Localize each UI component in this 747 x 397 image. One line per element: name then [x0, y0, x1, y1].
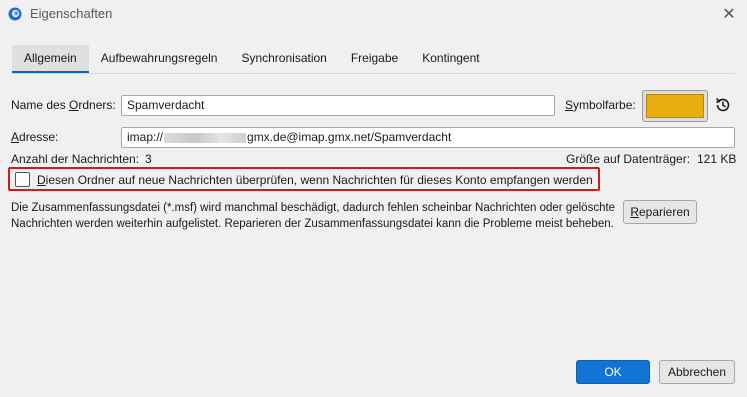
- icon-color-swatch: [646, 94, 704, 118]
- icon-color-label: Symbolfarbe:: [565, 98, 636, 112]
- folder-name-label: Name des Ordners:: [11, 98, 116, 112]
- close-icon: ✕: [722, 6, 736, 23]
- disk-size-label: Größe auf Datenträger:: [566, 152, 691, 166]
- check-new-messages-label[interactable]: Diesen Ordner auf neue Nachrichten überp…: [37, 173, 593, 187]
- tab-aufbewahrungsregeln[interactable]: Aufbewahrungsregeln: [89, 45, 230, 73]
- check-new-messages-checkbox[interactable]: [15, 172, 30, 187]
- message-count-value: 3: [145, 152, 152, 166]
- close-button[interactable]: ✕: [719, 4, 739, 24]
- folder-name-input[interactable]: Spamverdacht: [121, 95, 555, 116]
- repair-description: Die Zusammenfassungsdatei (*.msf) wird m…: [11, 202, 616, 230]
- address-prefix: imap://: [127, 130, 164, 144]
- redacted-username: [164, 132, 247, 143]
- disk-size-value: 121 KB: [697, 152, 737, 166]
- icon-color-picker[interactable]: [642, 90, 708, 122]
- tab-bar: Allgemein Aufbewahrungsregeln Synchronis…: [12, 45, 492, 73]
- tab-allgemein[interactable]: Allgemein: [12, 45, 89, 73]
- thunderbird-icon: [8, 7, 22, 21]
- title-bar: Eigenschaften ✕: [0, 0, 747, 28]
- tab-synchronisation[interactable]: Synchronisation: [229, 45, 338, 73]
- tab-freigabe[interactable]: Freigabe: [339, 45, 410, 73]
- address-suffix: gmx.de@imap.gmx.net/Spamverdacht: [247, 130, 452, 144]
- message-count-label: Anzahl der Nachrichten:: [11, 152, 140, 166]
- window-title: Eigenschaften: [30, 6, 113, 21]
- reset-color-icon[interactable]: [713, 95, 733, 115]
- cancel-button[interactable]: Abbrechen: [659, 360, 735, 384]
- tab-divider: [12, 73, 735, 74]
- address-label: Adresse:: [11, 130, 59, 144]
- repair-button[interactable]: Reparieren: [623, 200, 697, 224]
- ok-button[interactable]: OK: [576, 360, 650, 384]
- address-field[interactable]: imap:// gmx.de@imap.gmx.net/Spamverdacht: [121, 127, 735, 148]
- tab-kontingent[interactable]: Kontingent: [410, 45, 491, 73]
